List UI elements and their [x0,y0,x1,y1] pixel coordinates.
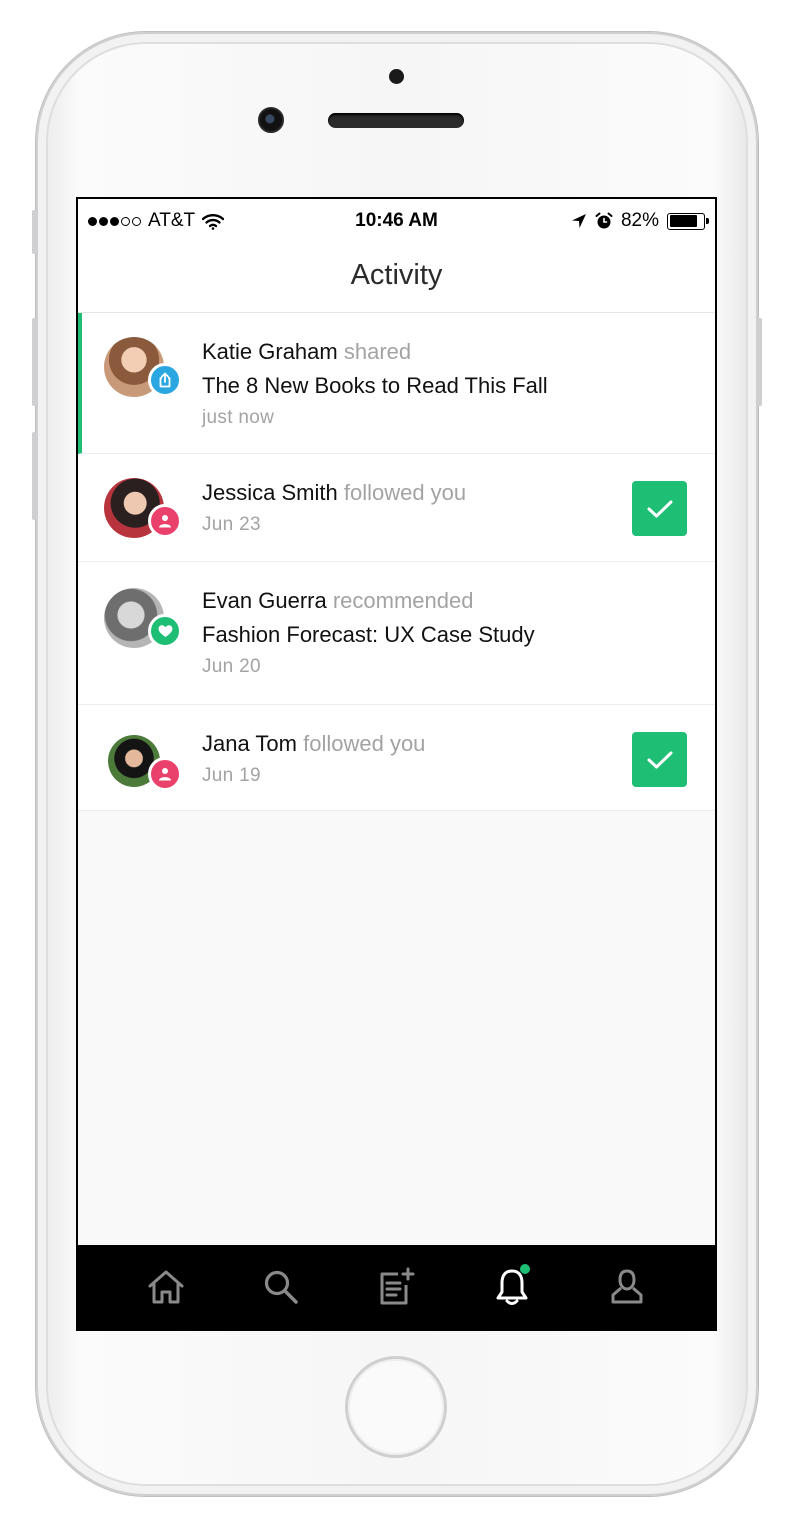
front-camera [258,107,284,133]
tab-notifications[interactable] [480,1255,544,1319]
activity-item[interactable]: Jana Tom followed you Jun 19 [78,705,715,811]
following-toggle-button[interactable] [632,732,687,787]
screen: AT&T 10:46 AM 82% Activity Katie Graham … [76,197,717,1331]
recommend-badge [148,614,182,648]
actor-name[interactable]: Jana Tom [202,731,297,756]
tab-profile[interactable] [595,1255,659,1319]
location-arrow-icon [571,214,586,228]
timestamp: Jun 20 [202,656,261,677]
tab-home[interactable] [134,1255,198,1319]
share-badge [148,363,182,397]
person-icon [159,515,171,528]
share-icon [159,372,171,388]
activity-text: Katie Graham shared The 8 New Books to R… [202,339,605,429]
activity-item[interactable]: Jessica Smith followed you Jun 23 [78,454,715,562]
activity-text: Evan Guerra recommended Fashion Forecast… [202,588,605,678]
power-button [756,318,762,406]
activity-text: Jana Tom followed you Jun 19 [202,731,605,787]
screen-content: AT&T 10:46 AM 82% Activity Katie Graham … [78,199,715,1329]
alarm-icon [595,212,613,229]
person-icon [159,768,171,781]
activity-list: Katie Graham shared The 8 New Books to R… [78,313,715,811]
battery-icon [667,212,709,230]
timestamp: Jun 23 [202,514,261,535]
home-icon [148,1270,184,1304]
follow-badge [148,504,182,538]
timestamp: Jun 19 [202,765,261,786]
activity-item[interactable]: Evan Guerra recommended Fashion Forecast… [78,562,715,705]
status-bar: AT&T 10:46 AM 82% [78,199,715,243]
activity-item[interactable]: Katie Graham shared The 8 New Books to R… [78,313,715,454]
activity-headline: Katie Graham shared [202,339,605,365]
checkmark-icon [647,500,672,517]
activity-headline: Jessica Smith followed you [202,480,605,506]
page-title: Activity [350,259,443,291]
follow-badge [148,757,182,791]
heart-icon [158,625,172,637]
timestamp: just now [202,407,275,428]
compose-icon [380,1267,415,1305]
nav-bar: Activity [78,243,715,313]
action-verb: recommended [332,588,474,613]
tab-compose[interactable] [364,1255,428,1319]
volume-up-button [32,318,38,406]
proximity-sensor [389,69,404,84]
notification-dot [519,1264,530,1274]
activity-headline: Evan Guerra recommended [202,588,605,614]
status-right: 82% [571,210,709,232]
following-toggle-button[interactable] [632,481,687,536]
mute-switch [32,210,38,254]
battery-level [669,215,697,227]
profile-icon [611,1269,643,1304]
search-icon [264,1270,298,1304]
actor-name[interactable]: Katie Graham [202,339,338,364]
action-verb: followed you [303,731,426,756]
activity-headline: Jana Tom followed you [202,731,605,757]
tab-bar [78,1245,715,1329]
checkmark-icon [647,751,672,768]
action-verb: followed you [343,480,467,505]
volume-down-button [32,432,38,520]
home-button[interactable] [345,1356,447,1458]
story-title[interactable]: Fashion Forecast: UX Case Study [202,622,605,648]
tab-search[interactable] [249,1255,313,1319]
story-title[interactable]: The 8 New Books to Read This Fall [202,373,605,399]
battery-percent: 82% [620,210,659,231]
action-verb: shared [343,339,412,364]
earpiece-speaker [328,113,464,128]
activity-text: Jessica Smith followed you Jun 23 [202,480,605,536]
actor-name[interactable]: Jessica Smith [202,480,338,505]
actor-name[interactable]: Evan Guerra [202,588,327,613]
